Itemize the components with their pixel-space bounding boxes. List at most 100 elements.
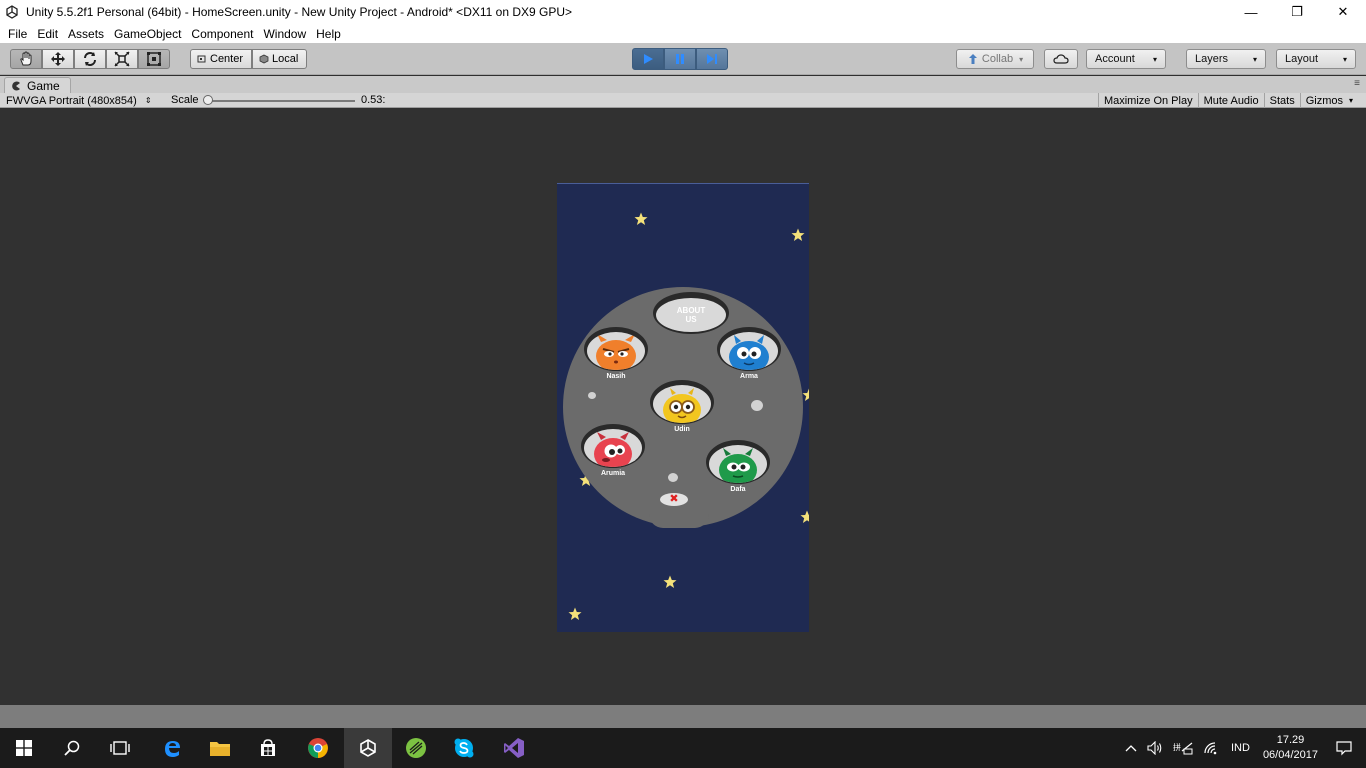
tray-chevron-up-icon[interactable] (1120, 744, 1142, 752)
taskbar-edge[interactable] (148, 728, 196, 768)
account-dropdown[interactable]: Account ▾ (1086, 49, 1166, 69)
scale-tool-button[interactable] (106, 49, 138, 69)
rotate-tool-button[interactable] (74, 49, 106, 69)
pivot-local-button[interactable]: Local (252, 49, 308, 69)
game-tab-bar: Game ≡ (0, 76, 1366, 93)
game-screen[interactable]: ABOUT US Nasih Arma Udin Arumia Dafa ✖ (557, 183, 809, 632)
menu-gameobject[interactable]: GameObject (109, 27, 186, 41)
close-button[interactable]: ✕ (1320, 0, 1366, 24)
menu-file[interactable]: File (3, 27, 32, 41)
start-button[interactable] (0, 728, 48, 768)
menu-window[interactable]: Window (258, 27, 311, 41)
close-x-icon: ✖ (669, 493, 679, 505)
scale-label: Scale (171, 94, 199, 106)
layers-dropdown[interactable]: Layers ▾ (1186, 49, 1266, 69)
taskbar-file-explorer[interactable] (196, 728, 244, 768)
action-center-notification-icon[interactable] (1326, 740, 1366, 756)
layers-chevron-down-icon: ▾ (1252, 54, 1257, 64)
star-icon (791, 228, 805, 241)
move-tool-button[interactable] (42, 49, 74, 69)
task-view-button[interactable] (96, 728, 144, 768)
play-icon (644, 54, 653, 64)
pivot-toggle-group: Center Local (190, 49, 308, 69)
pause-button[interactable] (664, 48, 696, 70)
character-arumia-button[interactable]: Arumia (581, 424, 645, 482)
orange-monster-icon (596, 334, 636, 370)
hand-icon (20, 51, 32, 66)
taskbar-chrome[interactable] (294, 728, 342, 768)
cloud-services-button[interactable] (1044, 49, 1078, 69)
menu-component[interactable]: Component (186, 27, 258, 41)
windows-logo-icon (16, 740, 32, 756)
blue-monster-icon (729, 335, 769, 370)
local-cube-icon (259, 54, 269, 64)
system-tray: 拼 IND 17.29 06/04/2017 (1120, 728, 1366, 768)
account-label: Account (1095, 53, 1135, 65)
play-button[interactable] (632, 48, 664, 70)
clock[interactable]: 17.29 06/04/2017 (1255, 733, 1326, 763)
menu-assets[interactable]: Assets (63, 27, 109, 41)
tab-game[interactable]: Game (4, 77, 71, 93)
gizmos-dropdown[interactable]: Gizmos ▾ (1299, 93, 1358, 108)
store-bag-icon (261, 739, 275, 756)
rect-tool-button[interactable] (138, 49, 170, 69)
status-bar (0, 705, 1366, 728)
moon-bump (649, 514, 709, 528)
mute-audio-toggle[interactable]: Mute Audio (1197, 93, 1264, 108)
maximize-button[interactable]: ❐ (1274, 0, 1320, 24)
character-nasih-button[interactable]: Nasih (584, 327, 648, 385)
taskbar-store[interactable] (244, 728, 292, 768)
taskbar-skype[interactable] (440, 728, 488, 768)
game-viewport: ABOUT US Nasih Arma Udin Arumia Dafa ✖ (0, 109, 1366, 705)
gizmos-label: Gizmos (1305, 94, 1343, 107)
layout-dropdown[interactable]: Layout ▾ (1276, 49, 1356, 69)
keyboard-layout-icon[interactable]: 拼 (1168, 741, 1198, 755)
layout-chevron-down-icon: ▾ (1342, 54, 1347, 64)
character-dafa-button[interactable]: Dafa (706, 440, 770, 498)
language-indicator[interactable]: IND (1226, 742, 1255, 754)
star-icon (634, 212, 648, 225)
taskbar-unity[interactable] (344, 728, 392, 768)
search-button[interactable] (48, 728, 96, 768)
rect-transform-icon (147, 52, 161, 66)
maximize-on-play-toggle[interactable]: Maximize On Play (1097, 93, 1198, 108)
step-icon (707, 54, 717, 64)
scale-slider-handle[interactable] (203, 95, 213, 105)
hand-tool-button[interactable] (10, 49, 42, 69)
windows-taskbar: 拼 IND 17.29 06/04/2017 (0, 728, 1366, 768)
menu-help[interactable]: Help (311, 27, 346, 41)
pivot-center-button[interactable]: Center (190, 49, 253, 69)
character-portrait (587, 332, 645, 370)
character-portrait (720, 332, 778, 370)
collab-dropdown[interactable]: Collab ▾ (956, 49, 1034, 69)
resolution-dropdown[interactable]: FWVGA Portrait (480x854) ⇕ (6, 93, 152, 108)
resolution-label: FWVGA Portrait (480x854) (6, 94, 137, 107)
character-arma-button[interactable]: Arma (717, 327, 781, 385)
panel-menu-icon[interactable]: ≡ (1354, 78, 1360, 89)
stats-toggle[interactable]: Stats (1263, 93, 1300, 108)
scale-slider-track[interactable] (205, 100, 355, 102)
star-icon (802, 388, 809, 401)
rotate-icon (84, 52, 96, 66)
menu-edit[interactable]: Edit (32, 27, 63, 41)
character-name: Nasih (606, 373, 626, 380)
character-name: Arumia (600, 470, 626, 477)
taskbar-android-studio[interactable] (392, 728, 440, 768)
character-portrait (709, 445, 767, 483)
volume-icon[interactable] (1142, 741, 1168, 755)
yellow-monster-icon (663, 388, 701, 423)
crater (588, 392, 596, 399)
character-udin-button[interactable]: Udin (650, 380, 714, 438)
wifi-icon[interactable] (1198, 741, 1226, 755)
menu-bar: File Edit Assets GameObject Component Wi… (0, 24, 1366, 43)
scale-icon (114, 51, 130, 67)
resolution-updown-icon: ⇕ (144, 96, 152, 105)
step-button[interactable] (696, 48, 728, 70)
close-x-button[interactable]: ✖ (660, 493, 688, 506)
star-icon (663, 575, 677, 588)
scale-value: 0.53: (361, 94, 386, 106)
minimize-button[interactable]: — (1228, 0, 1274, 24)
game-view-toolbar: FWVGA Portrait (480x854) ⇕ Scale 0.53: M… (0, 93, 1366, 108)
unity-logo-icon (360, 739, 376, 757)
taskbar-visual-studio[interactable] (490, 728, 538, 768)
